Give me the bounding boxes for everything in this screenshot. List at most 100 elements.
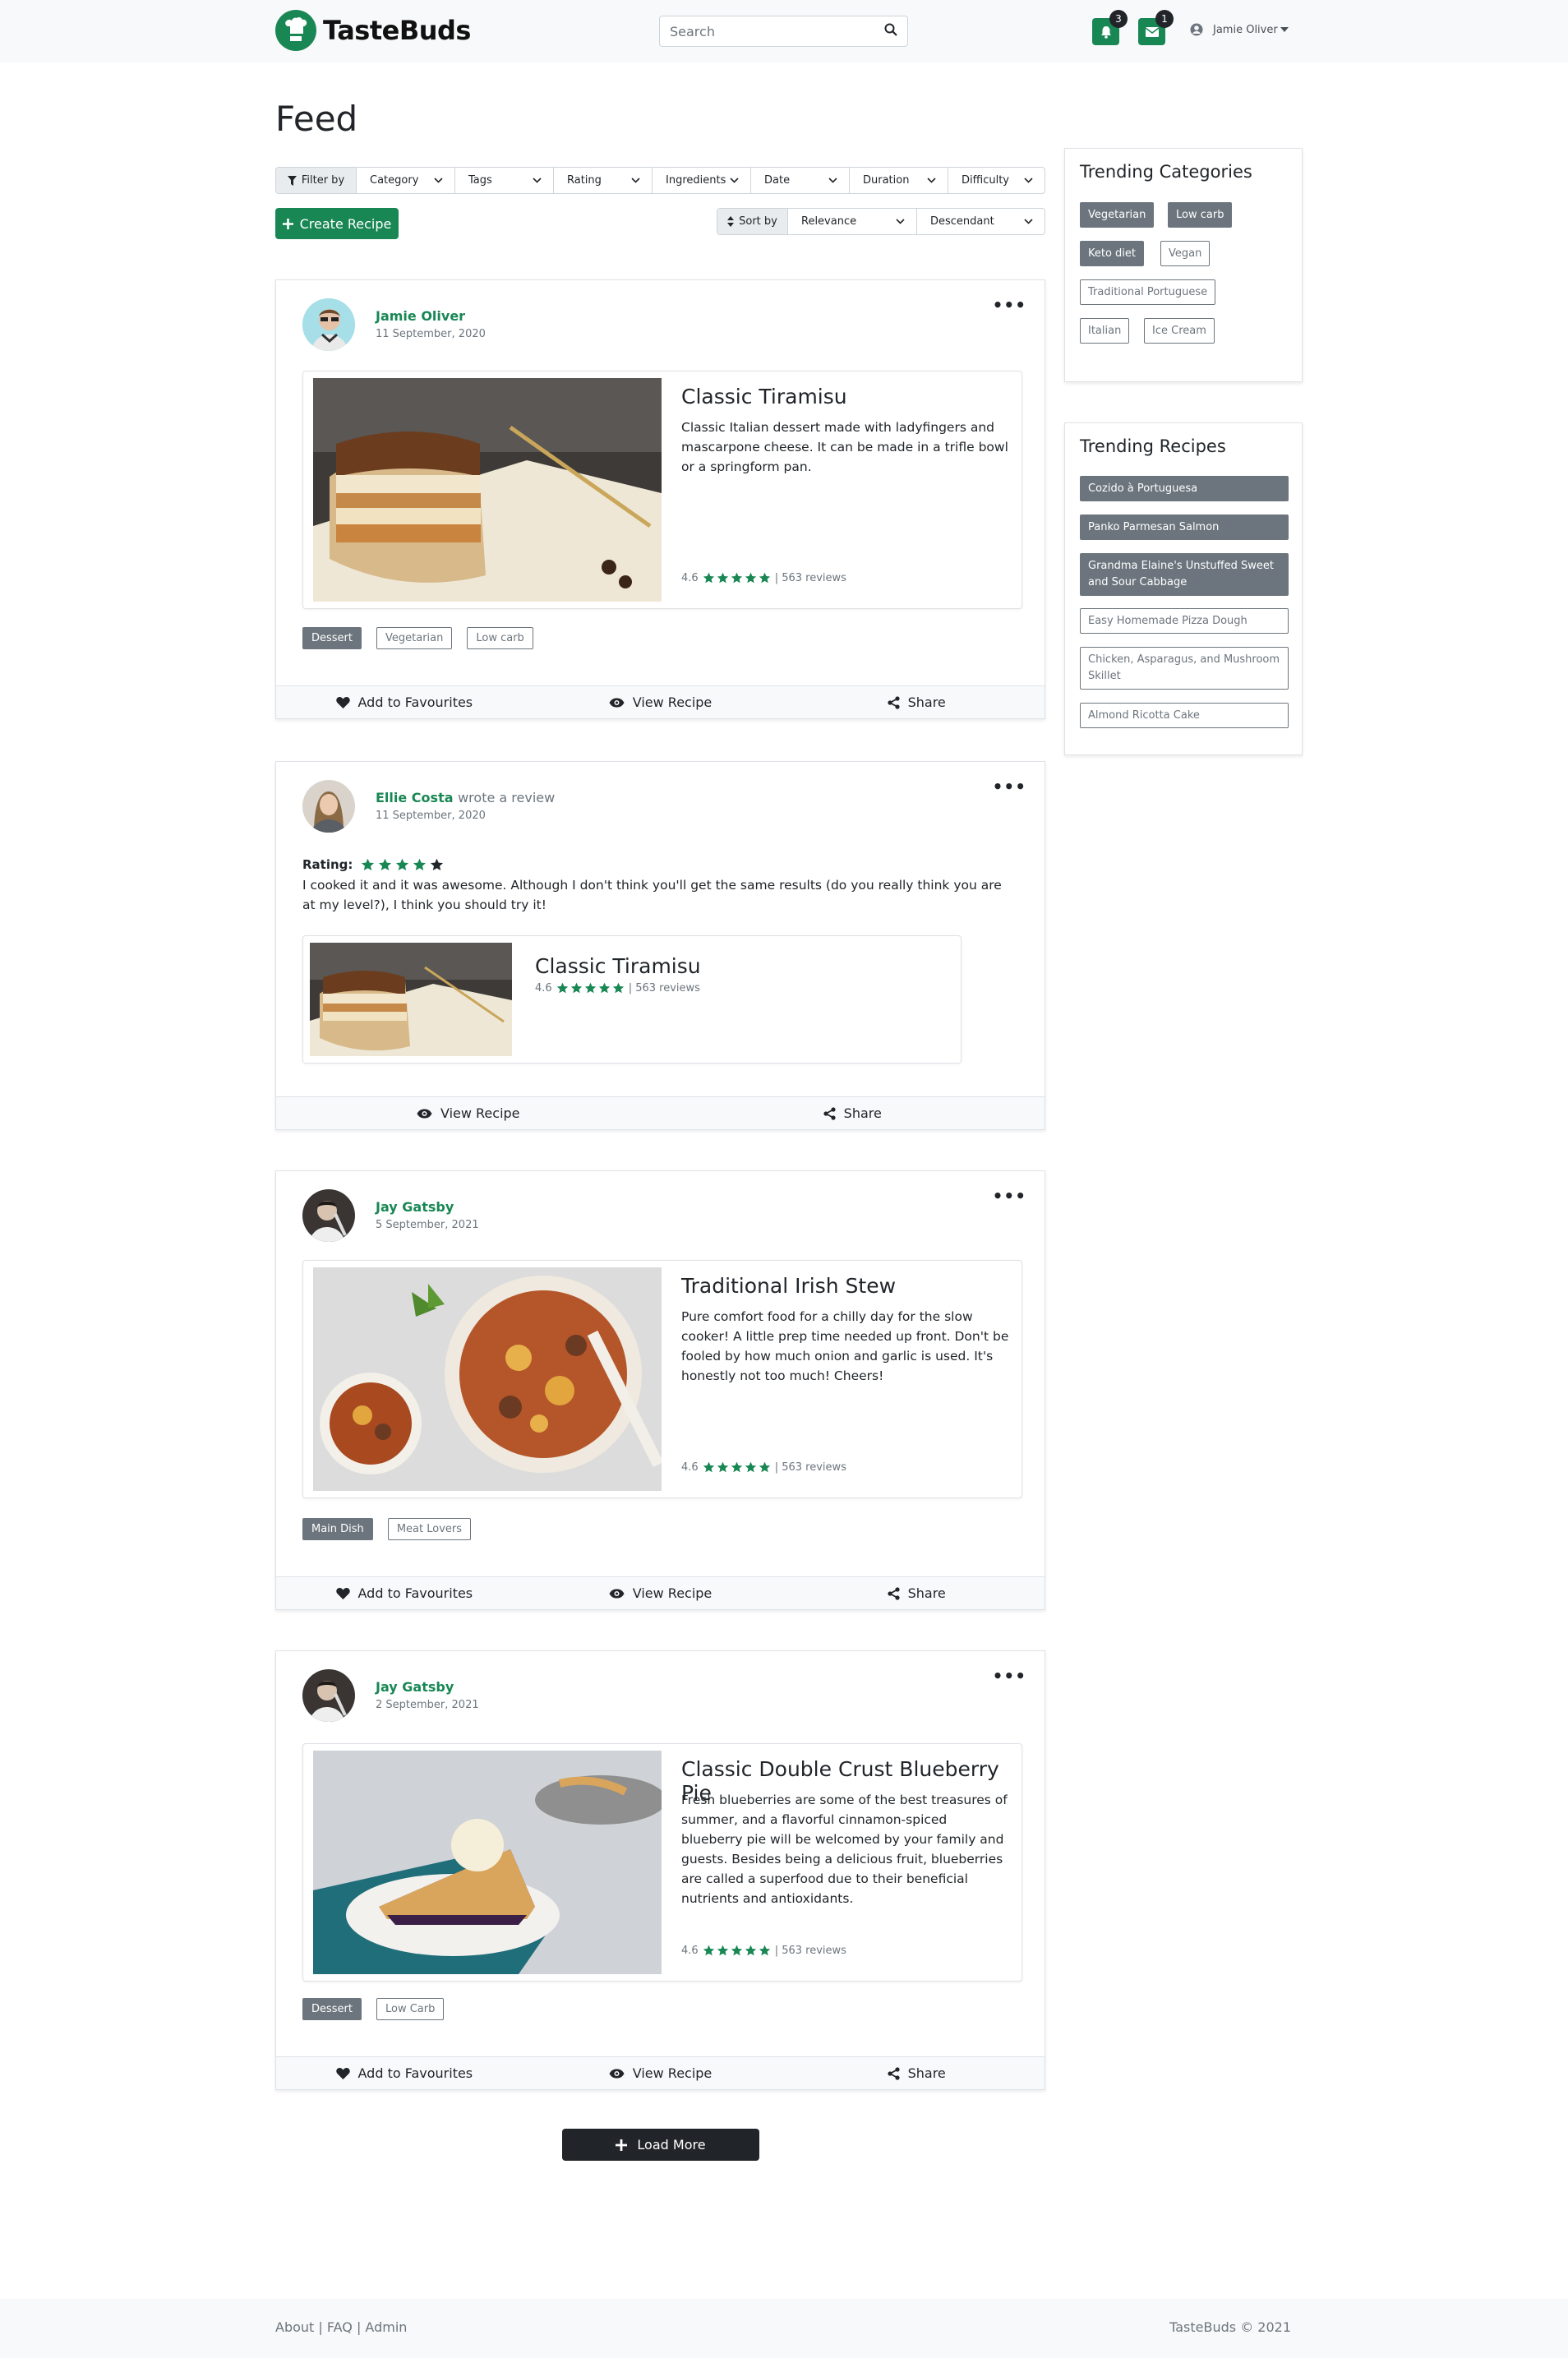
recipe-card[interactable]: Classic Double Crust Blueberry Pie Fresh…: [302, 1743, 1022, 1982]
create-recipe-label: Create Recipe: [299, 215, 392, 232]
recipe-image[interactable]: [313, 1751, 662, 1974]
feed-post: Jamie Oliver 11 September, 2020 ••• Clas…: [275, 279, 1045, 719]
view-recipe-button[interactable]: View Recipe: [533, 2057, 789, 2089]
view-recipe-button[interactable]: View Recipe: [533, 1577, 789, 1609]
more-options-icon[interactable]: •••: [993, 295, 1026, 315]
filter-difficulty[interactable]: Difficulty: [948, 168, 1045, 193]
tag[interactable]: Dessert: [302, 627, 362, 649]
user-menu[interactable]: Jamie Oliver: [1190, 23, 1289, 36]
avatar[interactable]: [302, 1669, 355, 1722]
recipe-card-compact[interactable]: Classic Tiramisu 4.6 | 563 reviews: [302, 935, 962, 1064]
brand-name: TasteBuds: [323, 15, 471, 46]
load-more-label: Load More: [637, 2137, 706, 2153]
view-recipe-button[interactable]: View Recipe: [533, 686, 789, 718]
trending-recipe-item[interactable]: Chicken, Asparagus, and Mushroom Skillet: [1080, 647, 1289, 690]
recipe-card[interactable]: Classic Tiramisu Classic Italian dessert…: [302, 371, 1022, 609]
eye-icon: [609, 1589, 625, 1598]
category-tag[interactable]: Vegetarian: [1080, 202, 1155, 228]
share-label: Share: [843, 1105, 882, 1121]
avatar[interactable]: [302, 780, 355, 833]
recipe-title[interactable]: Traditional Irish Stew: [681, 1274, 896, 1298]
share-button[interactable]: Share: [788, 2057, 1045, 2089]
more-options-icon[interactable]: •••: [993, 777, 1026, 796]
load-more-button[interactable]: Load More: [562, 2129, 759, 2161]
tag[interactable]: Dessert: [302, 1998, 362, 2020]
user-circle-icon: [1190, 23, 1203, 36]
filter-label: Filter by: [276, 168, 357, 193]
filter-category[interactable]: Category: [357, 168, 455, 193]
category-tag[interactable]: Keto diet: [1080, 241, 1145, 266]
filter-duration[interactable]: Duration: [850, 168, 948, 193]
sort-icon: [727, 216, 735, 227]
messages-button[interactable]: 1: [1138, 10, 1174, 45]
trending-recipe-item[interactable]: Almond Ricotta Cake: [1080, 703, 1289, 728]
sort-select[interactable]: Relevance: [788, 209, 917, 234]
search-icon[interactable]: [884, 23, 897, 39]
search-box[interactable]: [659, 16, 908, 47]
post-author[interactable]: Ellie Costa: [376, 790, 454, 805]
tag[interactable]: Low carb: [467, 627, 533, 649]
filter-rating-label: Rating: [567, 174, 602, 187]
post-author[interactable]: Jay Gatsby: [376, 1199, 454, 1215]
filter-tags[interactable]: Tags: [455, 168, 554, 193]
category-tag[interactable]: Vegan: [1160, 241, 1211, 266]
avatar[interactable]: [302, 1189, 355, 1242]
tag[interactable]: Meat Lovers: [387, 1518, 471, 1540]
filter-ingredients[interactable]: Ingredients: [653, 168, 751, 193]
envelope-icon: [1145, 26, 1159, 37]
favourite-label: Add to Favourites: [357, 1585, 473, 1601]
recipe-image[interactable]: [313, 1267, 662, 1491]
trending-recipe-item[interactable]: Grandma Elaine's Unstuffed Sweet and Sou…: [1080, 553, 1289, 596]
add-to-favourites-button[interactable]: Add to Favourites: [276, 686, 533, 718]
share-button[interactable]: Share: [788, 1577, 1045, 1609]
more-options-icon[interactable]: •••: [993, 1186, 1026, 1206]
bell-icon: [1100, 25, 1111, 39]
tag[interactable]: Vegetarian: [376, 627, 453, 649]
trending-recipe-item[interactable]: Panko Parmesan Salmon: [1080, 515, 1289, 540]
add-to-favourites-button[interactable]: Add to Favourites: [276, 2057, 533, 2089]
review-count[interactable]: | 563 reviews: [775, 572, 846, 584]
plus-icon: [282, 218, 293, 229]
recipe-title[interactable]: Classic Tiramisu: [681, 385, 847, 408]
eye-icon: [609, 2069, 625, 2078]
share-icon: [887, 1586, 900, 1600]
trending-recipe-item[interactable]: Easy Homemade Pizza Dough: [1080, 608, 1289, 634]
search-input[interactable]: [670, 23, 884, 39]
share-button[interactable]: Share: [788, 686, 1045, 718]
share-button[interactable]: Share: [661, 1097, 1045, 1129]
avatar[interactable]: [302, 298, 355, 351]
chevron-down-icon: [631, 178, 640, 183]
category-tag[interactable]: Traditional Portuguese: [1080, 279, 1216, 305]
add-to-favourites-button[interactable]: Add to Favourites: [276, 1577, 533, 1609]
post-author[interactable]: Jamie Oliver: [376, 308, 465, 324]
brand-logo[interactable]: TasteBuds: [275, 10, 471, 51]
tag[interactable]: Main Dish: [302, 1518, 373, 1540]
category-tag[interactable]: Italian: [1080, 318, 1130, 344]
more-options-icon[interactable]: •••: [993, 1666, 1026, 1686]
view-recipe-button[interactable]: View Recipe: [276, 1097, 661, 1129]
recipe-title[interactable]: Classic Tiramisu: [535, 954, 701, 978]
footer-links[interactable]: About | FAQ | Admin: [275, 2319, 407, 2335]
filter-date[interactable]: Date: [751, 168, 850, 193]
recipe-image[interactable]: [310, 943, 512, 1056]
trending-recipe-item[interactable]: Cozido à Portuguesa: [1080, 476, 1289, 501]
filter-rating[interactable]: Rating: [554, 168, 653, 193]
messages-badge: 1: [1155, 10, 1174, 28]
tag[interactable]: Low Carb: [376, 1998, 445, 2020]
recipe-rating: 4.6 | 563 reviews: [681, 572, 846, 584]
view-label: View Recipe: [632, 2065, 713, 2081]
recipe-image[interactable]: [313, 378, 662, 602]
post-author[interactable]: Jay Gatsby: [376, 1679, 454, 1695]
category-tag[interactable]: Ice Cream: [1144, 318, 1215, 344]
review-count[interactable]: | 563 reviews: [629, 982, 700, 994]
review-rating: Rating:: [302, 857, 445, 872]
share-icon: [887, 695, 900, 709]
share-icon: [887, 2066, 900, 2080]
create-recipe-button[interactable]: Create Recipe: [275, 208, 399, 239]
review-count[interactable]: | 563 reviews: [775, 1945, 846, 1957]
recipe-card[interactable]: Traditional Irish Stew Pure comfort food…: [302, 1260, 1022, 1498]
category-tag[interactable]: Low carb: [1168, 202, 1233, 228]
review-count[interactable]: | 563 reviews: [775, 1461, 846, 1474]
order-select[interactable]: Descendant: [917, 209, 1045, 234]
notifications-button[interactable]: 3: [1092, 10, 1128, 45]
